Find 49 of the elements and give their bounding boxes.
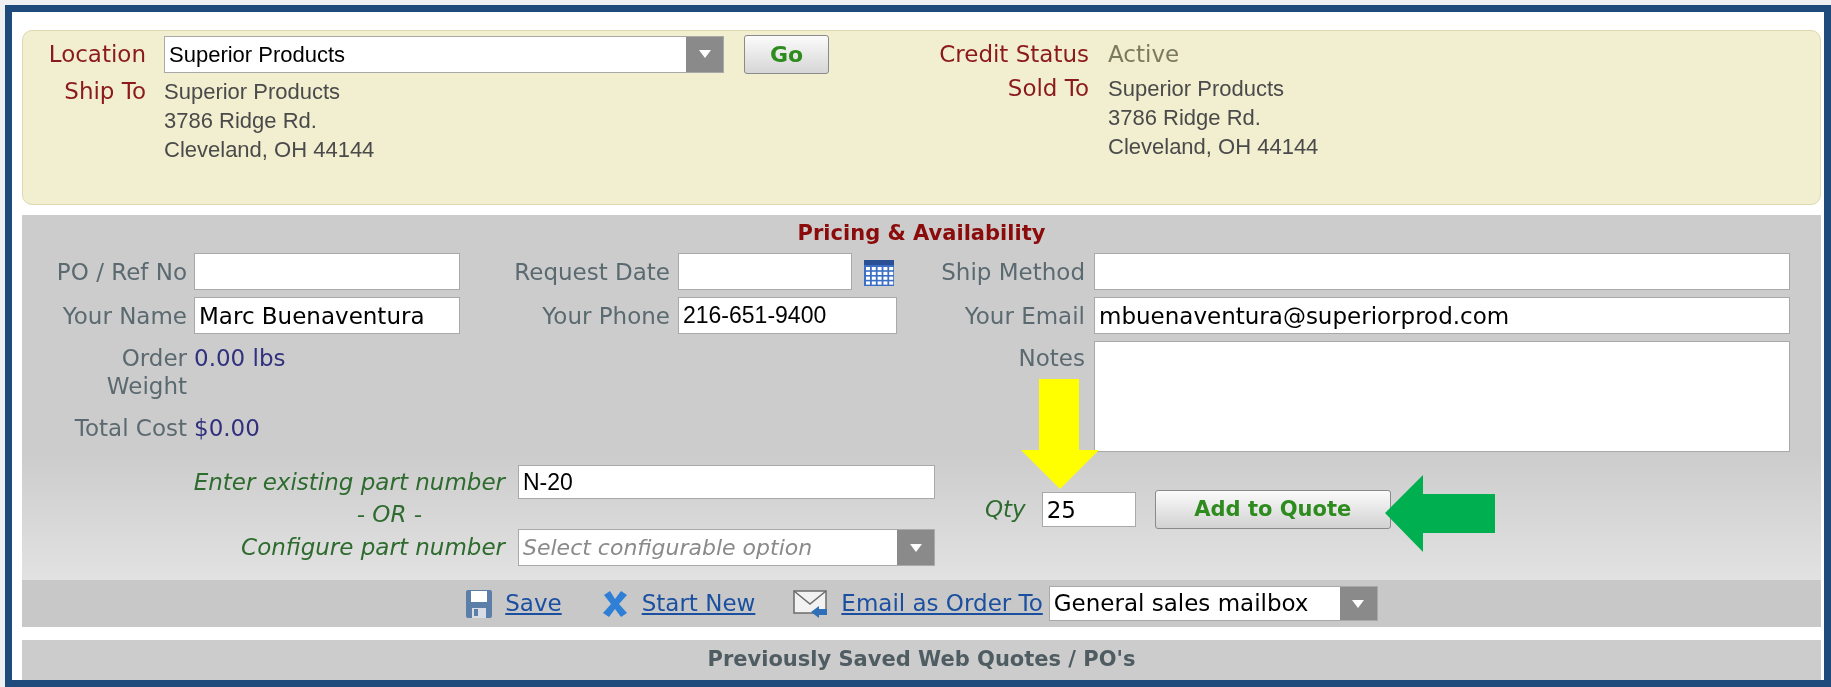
qty-label: Qty — [985, 495, 1026, 525]
mail-icon — [793, 587, 830, 620]
go-button[interactable]: Go — [744, 34, 829, 74]
field-label: Total Cost — [73, 414, 187, 442]
phone-field[interactable]: 216-651-9400 — [678, 297, 897, 334]
address-line: Superior Products — [164, 78, 342, 106]
ship-method-field[interactable] — [1094, 253, 1790, 290]
or-separator: - OR - — [355, 499, 422, 529]
save-icon — [465, 588, 494, 619]
action-link[interactable]: Email as Order To — [841, 586, 1043, 621]
ship-to-label: Ship To — [63, 77, 146, 106]
name-field[interactable]: Marc Buenaventura — [194, 297, 460, 334]
po-ref-field[interactable] — [194, 253, 460, 290]
field-value: 0.00 lbs — [194, 344, 286, 373]
location-label: Location — [47, 39, 146, 69]
section-title: Pricing & Availability — [797, 220, 1046, 246]
date-field[interactable] — [678, 253, 852, 290]
notes-field[interactable] — [1094, 341, 1790, 452]
address-line: Cleveland, OH 44144 — [164, 136, 375, 164]
field-label: Your Phone — [541, 301, 670, 330]
configure-label: Configure part number — [240, 533, 505, 563]
credit-status-label: Credit Status — [938, 39, 1089, 69]
email-target-select[interactable]: General sales mailbox — [1048, 586, 1378, 621]
qty-field[interactable]: 25 — [1041, 492, 1136, 527]
field-label: Your Email — [963, 301, 1085, 330]
address-line: 3786 Ridge Rd. — [164, 107, 318, 135]
email-field[interactable]: mbuenaventura@superiorprod.com — [1094, 297, 1790, 334]
part-number-label: Enter existing part number — [192, 467, 505, 497]
saved-quotes-title: Previously Saved Web Quotes / PO's — [707, 646, 1136, 674]
field-label: Request Date — [513, 257, 670, 286]
field-label: PO / Ref No — [55, 257, 187, 286]
sold-to-label: Sold To — [1006, 74, 1089, 103]
address-line: 3786 Ridge Rd. — [1108, 104, 1262, 132]
location-select[interactable]: Superior Products — [164, 35, 724, 73]
field-label: Ship Method — [940, 257, 1085, 286]
caret-icon — [686, 36, 723, 72]
field-label: Notes — [1017, 344, 1085, 372]
add-to-quote-button[interactable]: Add to Quote — [1154, 490, 1391, 529]
credit-status-value: Active — [1108, 39, 1180, 69]
action-link[interactable]: Save — [505, 586, 562, 621]
field-value: $0.00 — [194, 414, 260, 442]
field-label: Order Weight — [105, 344, 187, 400]
address-line: Cleveland, OH 44144 — [1108, 133, 1319, 161]
action-link[interactable]: Start New — [641, 586, 756, 621]
caret-icon — [897, 530, 934, 565]
field-label: Your Name — [61, 301, 187, 330]
address-line: Superior Products — [1108, 75, 1286, 103]
caret-icon — [1339, 587, 1377, 620]
part-number-field[interactable]: N-20 — [518, 465, 935, 499]
